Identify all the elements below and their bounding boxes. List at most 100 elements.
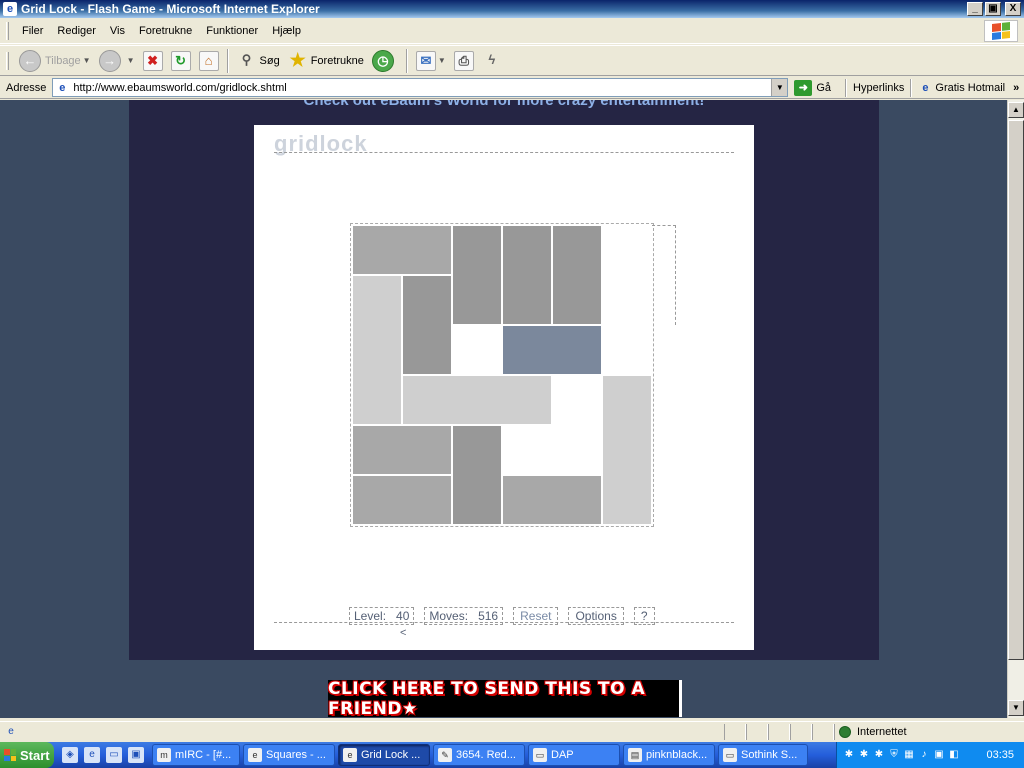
taskbar-item-squares[interactable]: e Squares - ... xyxy=(243,744,335,766)
block-horizontal[interactable] xyxy=(352,225,452,275)
chevron-down-icon[interactable]: ▼ xyxy=(127,56,135,65)
page-icon: e xyxy=(59,81,66,94)
forward-arrow-icon: → xyxy=(98,49,121,72)
ie-icon[interactable]: e xyxy=(84,747,100,763)
back-button[interactable]: ← Tilbage ▼ xyxy=(15,48,95,74)
block-vertical[interactable] xyxy=(602,375,652,525)
tray-app-icon[interactable]: ▣ xyxy=(933,749,945,761)
send-to-friend-banner[interactable]: CLICK HERE TO SEND THIS TO A FRIEND★ xyxy=(328,679,682,718)
links-label[interactable]: Hyperlinks xyxy=(853,82,904,94)
folder-icon: ▭ xyxy=(533,748,547,762)
promo-text[interactable]: Check out eBaum's World for more crazy e… xyxy=(129,100,879,109)
task-label: DAP xyxy=(551,749,574,761)
scroll-thumb[interactable] xyxy=(1008,120,1024,660)
taskbar-item-dap[interactable]: ▭ DAP xyxy=(528,744,620,766)
forward-button[interactable]: → ▼ xyxy=(95,48,139,74)
more-links-icon[interactable]: » xyxy=(1013,82,1019,94)
toolbar-separator xyxy=(405,48,408,73)
tray-app-icon[interactable]: ✱ xyxy=(873,749,885,761)
taskbar-item-mirc[interactable]: m mIRC - [#... xyxy=(152,744,240,766)
favorites-button[interactable]: ★ Foretrukne xyxy=(284,48,368,74)
block-vertical[interactable] xyxy=(352,275,402,425)
taskbar-item-red[interactable]: ✎ 3654. Red... xyxy=(433,744,525,766)
taskbar-item-gridlock[interactable]: e Grid Lock ... xyxy=(338,744,430,766)
toolbar-grip[interactable] xyxy=(6,21,9,40)
block-vertical[interactable] xyxy=(552,225,602,325)
messenger-button[interactable]: ϟ xyxy=(478,48,506,74)
address-label: Adresse xyxy=(6,81,47,94)
folder-icon[interactable]: ▭ xyxy=(106,747,122,763)
header-divider xyxy=(274,152,734,154)
block-horizontal[interactable] xyxy=(352,475,452,525)
tray-app-icon[interactable]: ✱ xyxy=(843,749,855,761)
maximize-button[interactable]: ▣ xyxy=(985,2,1001,16)
standard-toolbar: ← Tilbage ▼ → ▼ ✖ ↻ ⌂ ⚲ Søg ★ Foretrukne… xyxy=(0,45,1024,76)
chevron-down-icon[interactable]: ▼ xyxy=(83,56,91,65)
menu-tools[interactable]: Funktioner xyxy=(199,23,265,39)
clock[interactable]: 03:35 xyxy=(986,749,1014,761)
block-horizontal[interactable] xyxy=(502,475,602,525)
menu-bar: Filer Rediger Vis Foretrukne Funktioner … xyxy=(0,18,1024,44)
menu-edit[interactable]: Rediger xyxy=(50,23,103,39)
network-icon[interactable]: ▦ xyxy=(903,749,915,761)
stop-icon: ✖ xyxy=(142,50,163,71)
chevron-down-icon[interactable]: ▼ xyxy=(438,56,446,65)
page-status-icon: e xyxy=(8,725,14,737)
taskbar: Start ◈ e ▭ ▣ m mIRC - [#... e Squares -… xyxy=(0,742,1024,768)
quick-launch-icon[interactable]: ◈ xyxy=(62,747,78,763)
app-icon: ✎ xyxy=(438,748,452,762)
game-board[interactable] xyxy=(350,223,654,527)
block-vertical[interactable] xyxy=(452,425,502,525)
block-horizontal[interactable] xyxy=(402,375,552,425)
footer-divider xyxy=(274,622,734,624)
taskbar-item-sothink[interactable]: ▭ Sothink S... xyxy=(718,744,808,766)
go-button[interactable]: ➜ Gå xyxy=(794,79,831,96)
search-button[interactable]: ⚲ Søg xyxy=(233,48,284,74)
zone-label: Internettet xyxy=(857,725,907,738)
search-icon: ⚲ xyxy=(241,51,252,67)
chevron-down-icon[interactable]: ▼ xyxy=(771,79,788,96)
level-label: Level: xyxy=(354,609,387,623)
toolbar-grip[interactable] xyxy=(6,51,9,70)
minimize-button[interactable]: _ xyxy=(967,2,983,16)
volume-icon[interactable]: ♪ xyxy=(918,749,930,761)
mail-button[interactable]: ✉ ▼ xyxy=(412,48,450,74)
block-vertical[interactable] xyxy=(402,275,452,375)
scroll-up-icon[interactable]: ▲ xyxy=(1008,102,1024,118)
scroll-down-icon[interactable]: ▼ xyxy=(1008,700,1024,716)
home-button[interactable]: ⌂ xyxy=(195,48,223,74)
menu-help[interactable]: Hjælp xyxy=(265,23,308,39)
star-icon: ★ xyxy=(289,49,306,70)
tray-app-icon[interactable]: ◧ xyxy=(948,749,960,761)
vertical-scrollbar[interactable]: ▲ ▼ xyxy=(1007,100,1024,718)
shield-icon[interactable]: ⛨ xyxy=(888,749,900,761)
moves-value: 516 xyxy=(478,609,499,623)
history-button[interactable]: ◷ xyxy=(368,48,402,74)
status-pane xyxy=(724,723,746,740)
menu-favorites[interactable]: Foretrukne xyxy=(132,23,199,39)
menu-view[interactable]: Vis xyxy=(103,23,132,39)
refresh-button[interactable]: ↻ xyxy=(167,48,195,74)
target-block[interactable] xyxy=(502,325,602,375)
back-arrow-icon[interactable]: < xyxy=(400,627,406,639)
url-input[interactable] xyxy=(73,80,764,95)
address-field[interactable]: e ▼ xyxy=(52,78,789,97)
block-vertical[interactable] xyxy=(502,225,552,325)
task-label: Squares - ... xyxy=(266,749,326,761)
close-button[interactable]: X xyxy=(1005,2,1021,16)
status-pane xyxy=(790,723,812,740)
stop-button[interactable]: ✖ xyxy=(139,48,167,74)
menu-file[interactable]: Filer xyxy=(15,23,50,39)
status-pane xyxy=(768,723,790,740)
flash-game[interactable]: gridlock Level: 40 Moves: 516 Reset Opti… xyxy=(254,125,754,650)
block-horizontal[interactable] xyxy=(352,425,452,475)
block-vertical[interactable] xyxy=(452,225,502,325)
search-label: Søg xyxy=(259,54,280,67)
taskbar-item-pinknblack[interactable]: ▤ pinknblack... xyxy=(623,744,715,766)
print-button[interactable]: ⎙ xyxy=(450,48,478,74)
tray-app-icon[interactable]: ✱ xyxy=(858,749,870,761)
start-label: Start xyxy=(20,747,50,763)
start-button[interactable]: Start xyxy=(0,742,54,768)
show-desktop-icon[interactable]: ▣ xyxy=(128,747,144,763)
hotmail-link[interactable]: Gratis Hotmail xyxy=(935,82,1005,94)
